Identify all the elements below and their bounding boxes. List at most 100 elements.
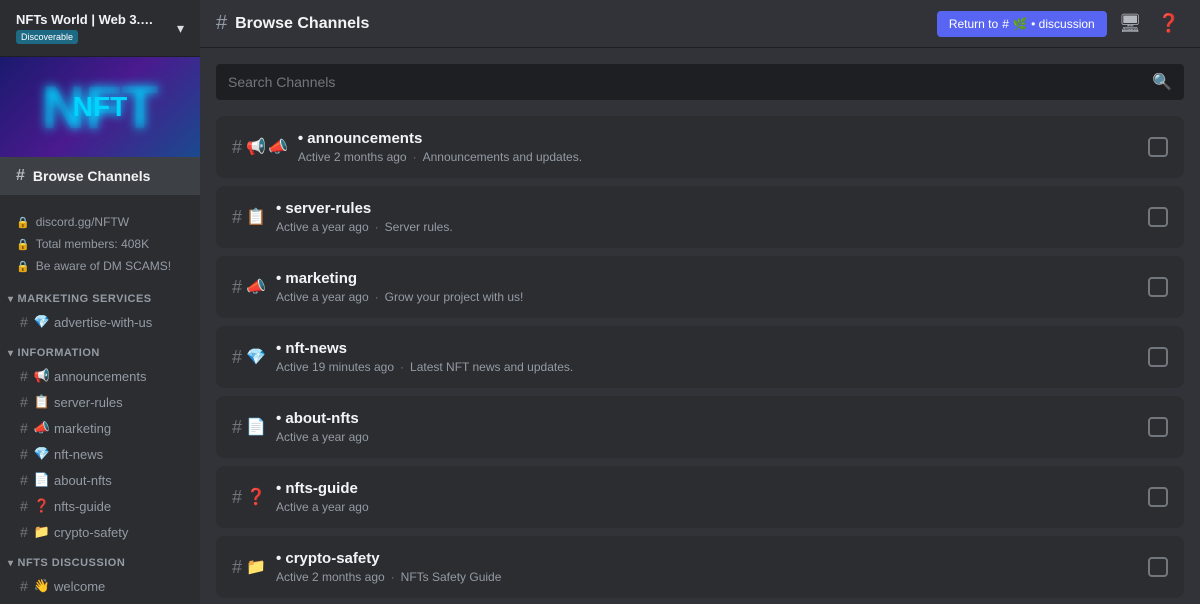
channel-info: • marketing Active a year ago · Grow you… xyxy=(276,270,1148,304)
search-input[interactable] xyxy=(228,74,1152,90)
category-label-2: INFORMATION xyxy=(18,347,100,359)
chevron-icon-2: ▾ xyxy=(8,348,14,359)
members-text: Total members: 408K xyxy=(36,237,149,251)
chevron-icon-3: ▾ xyxy=(8,558,14,569)
sidebar-item-nft-news[interactable]: # 💎 nft-news xyxy=(4,442,196,466)
channel-name: • crypto-safety xyxy=(276,550,1148,567)
page-title: Browse Channels xyxy=(235,15,369,33)
channel-meta: Active 2 months ago · Announcements and … xyxy=(298,150,1148,164)
sidebar-item-server-rules[interactable]: # 📋 server-rules xyxy=(4,390,196,414)
channel-entry-nft-news[interactable]: # 💎 • nft-news Active 19 minutes ago · L… xyxy=(216,326,1184,388)
emoji: 📢 xyxy=(34,368,50,384)
sidebar-item-nfts-guide[interactable]: # ❓ nfts-guide xyxy=(4,494,196,518)
hash-icon: # xyxy=(232,417,242,438)
search-bar[interactable]: 🔍 xyxy=(216,64,1184,100)
channel-info: • nft-news Active 19 minutes ago · Lates… xyxy=(276,340,1148,374)
hash-icon: # xyxy=(20,472,28,488)
follow-checkbox-crypto-safety[interactable] xyxy=(1148,557,1168,577)
banner-text: NFT xyxy=(73,91,127,123)
lock-icon-3: 🔒 xyxy=(16,260,30,273)
category-information[interactable]: ▾ INFORMATION xyxy=(0,335,200,363)
monitor-icon-button[interactable]: 🖥 xyxy=(1115,9,1146,38)
channel-entry-marketing[interactable]: # 📣 • marketing Active a year ago · Grow… xyxy=(216,256,1184,318)
channel-icons: # 📋 xyxy=(232,207,266,228)
emoji: 👋 xyxy=(34,578,50,594)
hash-icon: # xyxy=(232,207,242,228)
follow-checkbox-nfts-guide[interactable] xyxy=(1148,487,1168,507)
sidebar-item-welcome[interactable]: # 👋 welcome xyxy=(4,574,196,598)
channel-info: • announcements Active 2 months ago · An… xyxy=(298,130,1148,164)
channel-entry-nfts-guide[interactable]: # ❓ • nfts-guide Active a year ago xyxy=(216,466,1184,528)
hash-icon: # xyxy=(20,498,28,514)
server-banner: NFT xyxy=(0,57,200,157)
emoji-icon: 📣 xyxy=(246,277,266,297)
sidebar-item-about-nfts[interactable]: # 📄 about-nfts xyxy=(4,468,196,492)
sidebar-item-advertise-with-us[interactable]: # 💎 advertise-with-us xyxy=(4,310,196,334)
emoji-icon-2: 📣 xyxy=(268,137,288,157)
sidebar-discord-link[interactable]: 🔒 discord.gg/NFTW xyxy=(8,211,192,233)
channel-icons: # ❓ xyxy=(232,487,266,508)
main-content: # Browse Channels Return to # 🌿 • discus… xyxy=(200,0,1200,604)
category-marketing-services[interactable]: ▾ MARKETING SERVICES xyxy=(0,281,200,309)
browse-channels-label: Browse Channels xyxy=(33,168,150,184)
meta-dot: · xyxy=(375,290,379,304)
channel-name: about-nfts xyxy=(54,473,112,488)
channel-desc: Grow your project with us! xyxy=(385,290,524,304)
hash-icon-small: # xyxy=(1002,17,1009,31)
channel-meta: Active a year ago · Server rules. xyxy=(276,220,1148,234)
channel-name: • nft-news xyxy=(276,340,1148,357)
channel-entry-about-nfts[interactable]: # 📄 • about-nfts Active a year ago xyxy=(216,396,1184,458)
channel-entry-server-rules[interactable]: # 📋 • server-rules Active a year ago · S… xyxy=(216,186,1184,248)
channel-icons: # 📁 xyxy=(232,557,266,578)
channel-info: • crypto-safety Active 2 months ago · NF… xyxy=(276,550,1148,584)
return-to-button[interactable]: Return to # 🌿 • discussion xyxy=(937,11,1107,37)
channel-info: • server-rules Active a year ago · Serve… xyxy=(276,200,1148,234)
server-header[interactable]: NFTs World | Web 3.0 ... Discoverable ▾ xyxy=(0,0,200,57)
follow-checkbox-about-nfts[interactable] xyxy=(1148,417,1168,437)
chevron-icon: ▾ xyxy=(8,294,14,305)
category-nfts-discussion[interactable]: ▾ NFTS DISCUSSION xyxy=(0,545,200,573)
channel-name: • nfts-guide xyxy=(276,480,1148,497)
hash-icon: # xyxy=(20,420,28,436)
hash-icon: # xyxy=(232,557,242,578)
channel-info: • nfts-guide Active a year ago xyxy=(276,480,1148,514)
emoji: 📋 xyxy=(34,394,50,410)
active-time: Active 2 months ago xyxy=(298,150,407,164)
channel-icons: # 📄 xyxy=(232,417,266,438)
follow-checkbox-announcements[interactable] xyxy=(1148,137,1168,157)
emoji: 📁 xyxy=(34,524,50,540)
channel-name: crypto-safety xyxy=(54,525,128,540)
sidebar-item-crypto-safety[interactable]: # 📁 crypto-safety xyxy=(4,520,196,544)
hash-icon: # xyxy=(232,347,242,368)
follow-checkbox-marketing[interactable] xyxy=(1148,277,1168,297)
channel-meta: Active a year ago xyxy=(276,500,1148,514)
hash-icon: # xyxy=(20,446,28,462)
meta-dot: · xyxy=(375,220,379,234)
emoji: ❓ xyxy=(34,498,50,514)
sidebar-scam-warning[interactable]: 🔒 Be aware of DM SCAMS! xyxy=(8,255,192,277)
help-icon-button[interactable]: ❓ xyxy=(1154,9,1184,38)
channel-icons: # 📣 xyxy=(232,277,266,298)
follow-checkbox-server-rules[interactable] xyxy=(1148,207,1168,227)
channel-entry-announcements[interactable]: # 📢 📣 • announcements Active 2 months ag… xyxy=(216,116,1184,178)
follow-checkbox-nft-news[interactable] xyxy=(1148,347,1168,367)
active-time: Active a year ago xyxy=(276,500,369,514)
channel-name: • server-rules xyxy=(276,200,1148,217)
hash-icon: # xyxy=(20,368,28,384)
return-label: Return to xyxy=(949,17,998,31)
channel-icons: # 💎 xyxy=(232,347,266,368)
channel-name: nft-news xyxy=(54,447,103,462)
channel-desc: Server rules. xyxy=(385,220,453,234)
discoverable-badge: Discoverable xyxy=(16,30,78,44)
return-channel: 🌿 • discussion xyxy=(1013,17,1095,31)
sidebar-members[interactable]: 🔒 Total members: 408K xyxy=(8,233,192,255)
category-label-3: NFTS DISCUSSION xyxy=(18,557,126,569)
sidebar-item-announcements[interactable]: # 📢 announcements xyxy=(4,364,196,388)
channel-desc: Latest NFT news and updates. xyxy=(410,360,573,374)
channel-entry-crypto-safety[interactable]: # 📁 • crypto-safety Active 2 months ago … xyxy=(216,536,1184,598)
main-header: # Browse Channels Return to # 🌿 • discus… xyxy=(200,0,1200,48)
sidebar-browse-channels[interactable]: # Browse Channels xyxy=(0,157,200,195)
emoji-icon: 📄 xyxy=(246,417,266,437)
sidebar-item-marketing[interactable]: # 📣 marketing xyxy=(4,416,196,440)
hash-icon: # xyxy=(232,277,242,298)
